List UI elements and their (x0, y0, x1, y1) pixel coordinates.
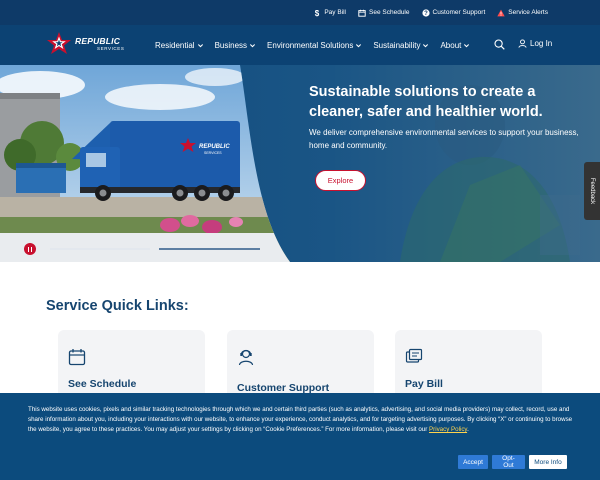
carousel-indicator-2[interactable] (159, 248, 260, 250)
support-agent-icon (238, 349, 254, 366)
chevron-down-icon (249, 43, 256, 47)
cookie-buttons: Accept Opt-Out More Info (458, 455, 567, 469)
privacy-policy-link[interactable]: Privacy Policy (429, 426, 467, 433)
nav-item-business[interactable]: Business (215, 41, 256, 50)
republic-logo[interactable]: REPUBLIC SERVICES (46, 31, 124, 57)
utility-customer-support-label: Customer Support (432, 9, 486, 16)
cookie-text: This website uses cookies, pixels and si… (28, 405, 576, 435)
utility-bar: $ Pay Bill See Schedule ? Customer Suppo… (0, 0, 600, 25)
truck-logo-sub: SERVICES (204, 151, 222, 155)
chevron-down-icon (197, 43, 203, 47)
utility-service-alerts-label: Service Alerts (508, 9, 548, 16)
nav-item-label: Business (214, 40, 248, 50)
bill-icon (405, 348, 423, 363)
svg-text:?: ? (424, 11, 428, 17)
nav-item-environmental-solutions[interactable]: Environmental Solutions (267, 41, 362, 50)
main-nav: REPUBLIC SERVICES Residential Business E… (0, 25, 600, 65)
chevron-down-icon (464, 43, 470, 47)
feedback-tab[interactable]: Feedback (584, 162, 600, 220)
nav-item-label: Sustainability (373, 40, 421, 50)
opt-out-button[interactable]: Opt-Out (492, 455, 525, 469)
explore-button[interactable]: Explore (315, 170, 366, 191)
accept-button[interactable]: Accept (458, 455, 488, 469)
quick-link-label: See Schedule (68, 378, 137, 390)
warning-icon (497, 9, 505, 16)
more-info-button[interactable]: More Info (529, 455, 567, 469)
question-icon: ? (421, 8, 430, 17)
search-icon[interactable] (494, 39, 505, 50)
logo-sub: SERVICES (97, 45, 125, 51)
feedback-label: Feedback (589, 177, 596, 205)
hero-truck-photo: REPUBLIC SERVICES (0, 65, 290, 262)
hero-subtitle: We deliver comprehensive environmental s… (309, 128, 579, 150)
cookie-body-text: This website uses cookies, pixels and si… (28, 406, 573, 433)
carousel-indicator-1[interactable] (50, 248, 150, 250)
logo-mark-icon (47, 32, 71, 54)
quick-link-label: Pay Bill (405, 378, 443, 390)
chevron-down-icon (356, 43, 362, 47)
utility-see-schedule[interactable]: See Schedule (358, 9, 410, 17)
quick-links-title: Service Quick Links: (46, 298, 189, 314)
nav-items: Residential Business Environmental Solut… (155, 25, 470, 65)
nav-item-sustainability[interactable]: Sustainability (373, 41, 429, 50)
calendar-icon (68, 349, 86, 366)
carousel-pause-button[interactable] (24, 243, 36, 255)
nav-item-label: Residential (155, 40, 195, 50)
utility-service-alerts[interactable]: Service Alerts (497, 9, 548, 17)
utility-customer-support[interactable]: ? Customer Support (421, 8, 486, 17)
nav-item-about[interactable]: About (440, 41, 470, 50)
logo-word: REPUBLIC (75, 36, 121, 46)
cookie-banner: This website uses cookies, pixels and si… (0, 393, 600, 480)
cookie-trailing: . (467, 426, 469, 433)
nav-item-label: About (440, 40, 462, 50)
chevron-down-icon (423, 43, 429, 47)
svg-text:$: $ (315, 9, 320, 17)
calendar-icon (358, 9, 366, 17)
hero-banner: REPUBLIC SERVICES Sustainable solutions … (0, 65, 600, 262)
hero-title: Sustainable solutions to create a cleane… (309, 84, 543, 120)
truck-logo-word: REPUBLIC (199, 144, 230, 150)
utility-pay-bill[interactable]: $ Pay Bill (313, 9, 346, 17)
user-icon (518, 39, 527, 48)
logo-text: REPUBLIC SERVICES (75, 37, 124, 51)
login-link[interactable]: Log In (518, 39, 552, 48)
pause-icon (30, 246, 32, 252)
login-label: Log In (530, 39, 553, 48)
nav-item-residential[interactable]: Residential (155, 41, 204, 50)
nav-item-label: Environmental Solutions (267, 40, 354, 50)
dollar-icon: $ (315, 9, 320, 17)
utility-see-schedule-label: See Schedule (369, 9, 410, 16)
pause-icon (28, 246, 30, 252)
utility-pay-bill-label: Pay Bill (324, 9, 347, 16)
